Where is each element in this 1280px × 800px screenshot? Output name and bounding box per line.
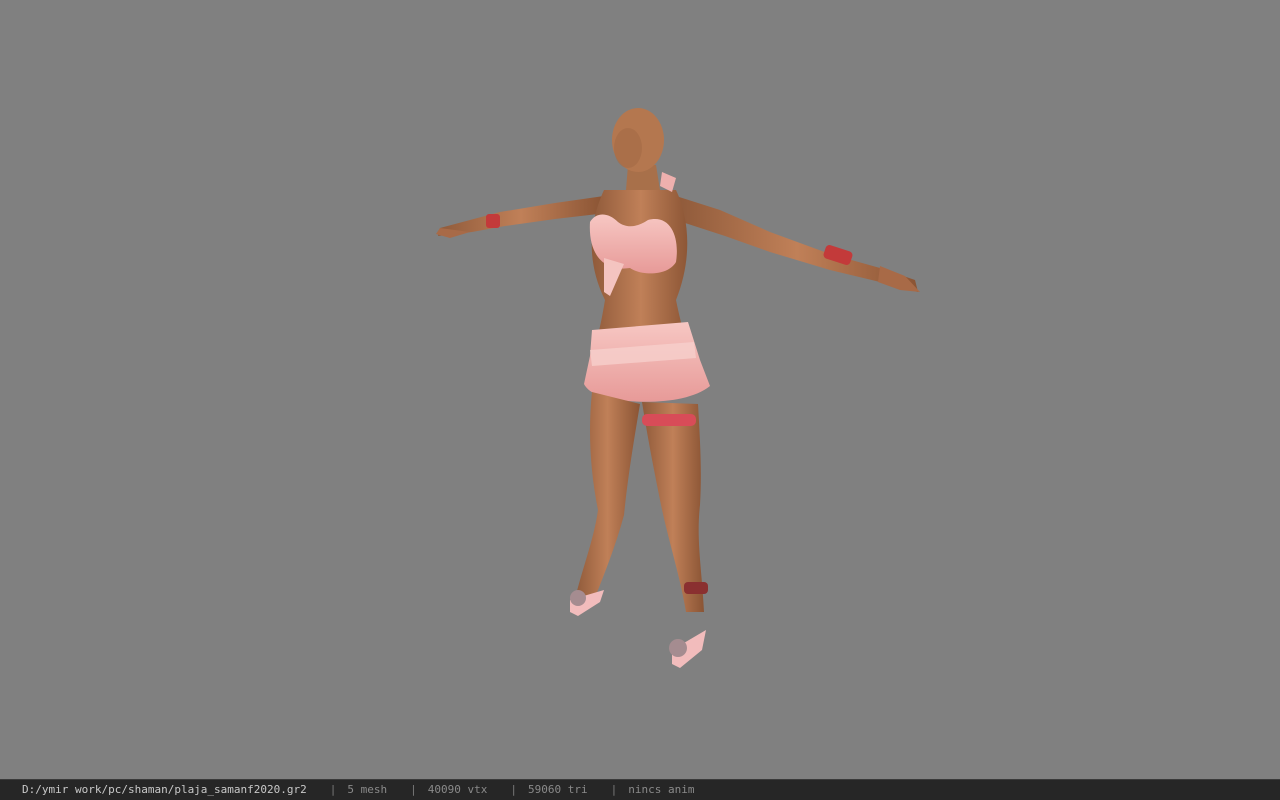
triangle-count: 59060 tri bbox=[528, 783, 588, 796]
separator: | bbox=[510, 783, 518, 796]
vertex-count: 40090 vtx bbox=[427, 783, 488, 796]
left-leg bbox=[575, 392, 640, 605]
separator: | bbox=[410, 783, 417, 796]
animation-status: nincs anim bbox=[628, 783, 695, 796]
hair-bow bbox=[660, 172, 676, 192]
status-bar: D:/ymir work/pc/shaman/plaja_samanf2020.… bbox=[0, 779, 1280, 800]
leg-garter bbox=[642, 414, 696, 426]
character-model bbox=[436, 108, 920, 668]
separator: | bbox=[610, 783, 618, 796]
3d-viewport[interactable] bbox=[0, 0, 1280, 779]
ankle-band bbox=[684, 582, 708, 594]
left-bracelet bbox=[486, 214, 500, 228]
mesh-count: 5 mesh bbox=[347, 783, 388, 796]
shoe-flower bbox=[570, 590, 586, 606]
file-path: D:/ymir work/pc/shaman/plaja_samanf2020.… bbox=[22, 783, 307, 796]
shoe-flower bbox=[669, 639, 687, 657]
right-hand bbox=[878, 266, 920, 292]
separator: | bbox=[329, 783, 337, 796]
left-arm bbox=[438, 196, 604, 236]
right-leg bbox=[642, 402, 704, 612]
face-shade bbox=[614, 128, 642, 168]
